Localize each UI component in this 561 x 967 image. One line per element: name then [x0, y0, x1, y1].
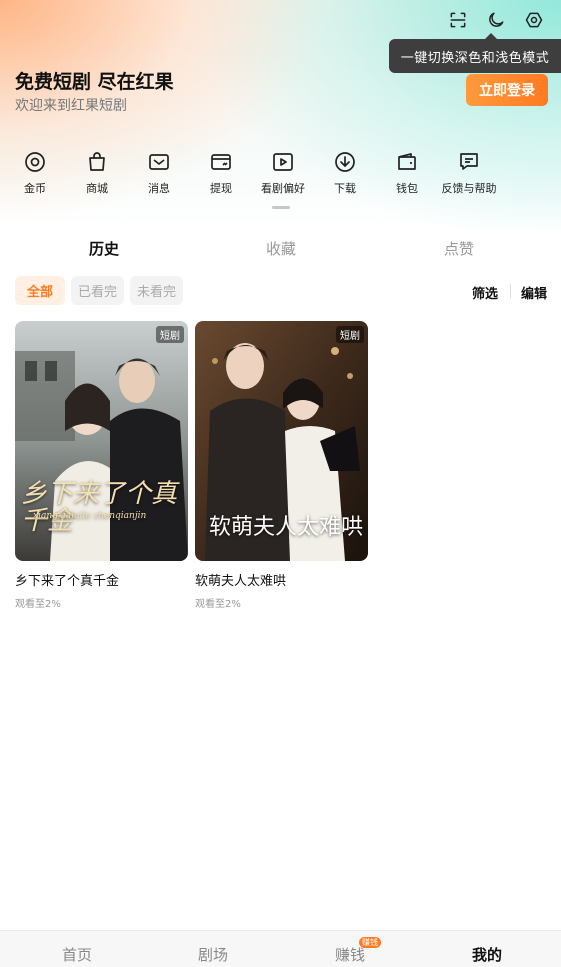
quick-action-label: 下载	[334, 182, 356, 195]
poster-title: 乡下来了个真千金	[21, 479, 178, 537]
quick-action-label: 商城	[86, 182, 108, 195]
hero-title: 免费短剧 尽在红果	[15, 71, 174, 93]
shopping-bag-icon	[89, 152, 105, 171]
drama-title[interactable]: 软萌夫人太难哄	[195, 570, 368, 589]
coin-icon	[25, 152, 45, 172]
nav-home[interactable]: 首页	[62, 944, 92, 965]
chip-finished[interactable]: 已看完	[71, 276, 125, 305]
quick-action-label: 钱包	[396, 182, 418, 195]
quick-action-label: 看剧偏好	[261, 182, 305, 195]
scan-icon[interactable]	[443, 8, 473, 32]
earn-badge: 赚钱	[359, 937, 381, 948]
play-preference-icon	[273, 153, 293, 171]
quick-action-shop[interactable]: 商城	[66, 150, 128, 196]
drama-card[interactable]: 短剧 软萌夫人太难哄 软萌夫人太难哄 观看至2%	[195, 321, 368, 610]
filter-chips: 全部 已看完 未看完	[15, 276, 184, 305]
quick-action-label: 金币	[24, 182, 46, 195]
chip-unfinished[interactable]: 未看完	[130, 276, 184, 305]
download-icon	[335, 152, 355, 172]
quick-action-withdraw[interactable]: 提现	[190, 150, 252, 196]
bottom-nav: 首页 剧场 赚钱 赚钱 我的	[0, 930, 561, 967]
quick-action-message[interactable]: 消息	[128, 150, 190, 196]
login-button[interactable]: 立即登录	[466, 74, 548, 106]
drama-poster[interactable]: 短剧 软萌夫人太难哄	[195, 321, 368, 561]
poster-title: 软萌夫人太难哄	[209, 515, 364, 540]
settings-icon[interactable]	[519, 8, 549, 32]
quick-action-label: 消息	[148, 182, 170, 195]
hero-subtitle: 欢迎来到红果短剧	[15, 98, 127, 114]
watch-progress: 观看至2%	[15, 599, 61, 610]
quick-action-label: 提现	[210, 182, 232, 195]
quick-action-download[interactable]: 下载	[314, 150, 376, 196]
quick-action-label: 反馈与帮助	[441, 182, 497, 195]
edit-button[interactable]: 编辑	[521, 283, 547, 302]
feedback-icon	[460, 153, 478, 170]
quick-action-coin[interactable]: 金币	[4, 150, 66, 196]
genre-badge: 短剧	[156, 326, 184, 343]
moon-icon[interactable]	[481, 8, 511, 32]
page-indicator	[272, 206, 290, 209]
watch-progress: 观看至2%	[195, 599, 241, 610]
nav-mine[interactable]: 我的	[472, 944, 502, 965]
tab-likes[interactable]: 点赞	[444, 238, 474, 259]
quick-actions-row: 金币 商城 消息 提现 看剧偏好 下载 钱包 反馈与帮助	[0, 150, 561, 200]
filter-button[interactable]: 筛选	[472, 283, 498, 302]
divider	[510, 284, 511, 298]
nav-earn-label: 赚钱	[335, 946, 366, 964]
genre-badge: 短剧	[336, 326, 364, 343]
top-toolbar	[443, 8, 549, 32]
quick-action-feedback[interactable]: 反馈与帮助	[438, 150, 500, 196]
poster-subtitle: xiangxialaile zhenqianjin	[33, 511, 147, 521]
mail-icon	[149, 154, 169, 170]
nav-theater[interactable]: 剧场	[198, 944, 228, 965]
withdraw-card-icon	[211, 154, 231, 170]
chip-all[interactable]: 全部	[15, 276, 66, 305]
tab-history[interactable]: 历史	[89, 238, 119, 259]
drama-card[interactable]: 短剧 乡下来了个真千金 xiangxialaile zhenqianjin 乡下…	[15, 321, 188, 610]
content-tabs: 历史 收藏 点赞	[0, 238, 561, 264]
quick-action-preference[interactable]: 看剧偏好	[252, 150, 314, 196]
quick-action-wallet[interactable]: 钱包	[376, 150, 438, 196]
tab-favorites[interactable]: 收藏	[266, 238, 296, 259]
wallet-icon	[398, 153, 416, 170]
drama-title[interactable]: 乡下来了个真千金	[15, 570, 188, 589]
drama-poster[interactable]: 短剧 乡下来了个真千金 xiangxialaile zhenqianjin	[15, 321, 188, 561]
profile-header: 一键切换深色和浅色模式 免费短剧 尽在红果 欢迎来到红果短剧 立即登录 金币 商…	[0, 0, 561, 228]
theme-tooltip: 一键切换深色和浅色模式	[389, 33, 561, 73]
nav-earn[interactable]: 赚钱 赚钱	[335, 937, 381, 965]
